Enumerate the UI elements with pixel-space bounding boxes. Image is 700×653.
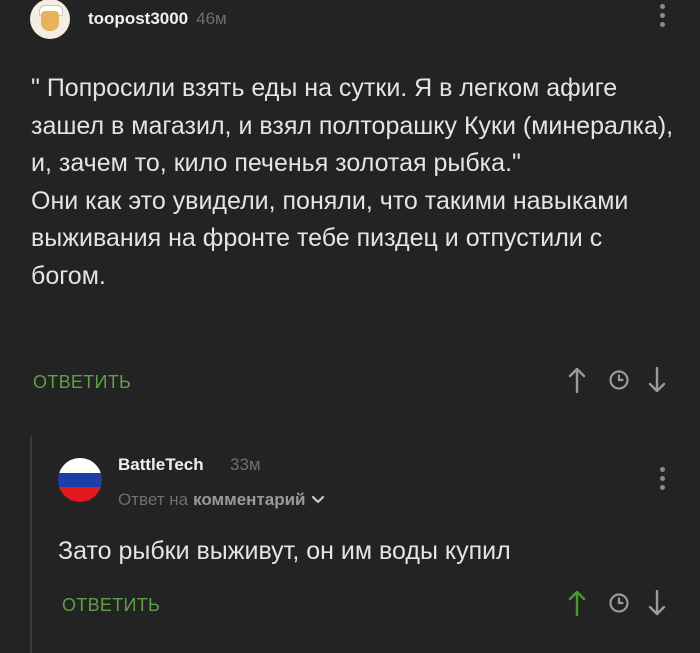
comment-username[interactable]: toopost3000 [88,9,188,29]
flag-stripe-white [58,458,102,473]
reply-button[interactable]: ОТВЕТИТЬ [33,372,131,393]
comment-actions [566,367,668,393]
avatar[interactable] [58,458,102,502]
reply-to-prefix: Ответ на [118,490,189,509]
comment-paragraph: " Попросили взять еды на сутки. Я в легк… [31,74,674,177]
comment-header: toopost3000 46м [30,0,227,42]
avatar[interactable] [30,0,70,39]
comment-time: 46м [196,9,227,28]
kebab-menu-icon[interactable] [659,467,665,490]
arrow-down-icon[interactable] [646,367,668,393]
reply-text: Зато рыбки выживут, он им воды купил [58,537,511,565]
arrow-up-icon[interactable] [566,367,588,393]
clock-icon[interactable] [608,367,630,393]
comment-text: " Попросили взять еды на сутки. Я в легк… [31,70,681,295]
reply-time: 33м [230,455,261,474]
arrow-down-icon[interactable] [646,590,668,616]
chevron-down-icon[interactable] [311,495,325,505]
flag-stripe-blue [58,472,102,488]
comment-paragraph: Они как это увидели, поняли, что такими … [31,186,629,290]
reply-to-info: Ответ на комментарий [118,490,325,510]
thread-line [30,436,32,653]
reply-button[interactable]: ОТВЕТИТЬ [62,595,160,616]
reply-actions [566,590,668,616]
reply-username[interactable]: BattleTech [118,455,204,475]
flag-stripe-red [58,487,102,502]
clock-icon[interactable] [608,590,630,616]
arrow-up-icon[interactable] [566,590,588,616]
avatar-face [41,11,59,31]
kebab-menu-icon[interactable] [659,4,665,27]
reply-to-link[interactable]: комментарий [193,490,305,510]
